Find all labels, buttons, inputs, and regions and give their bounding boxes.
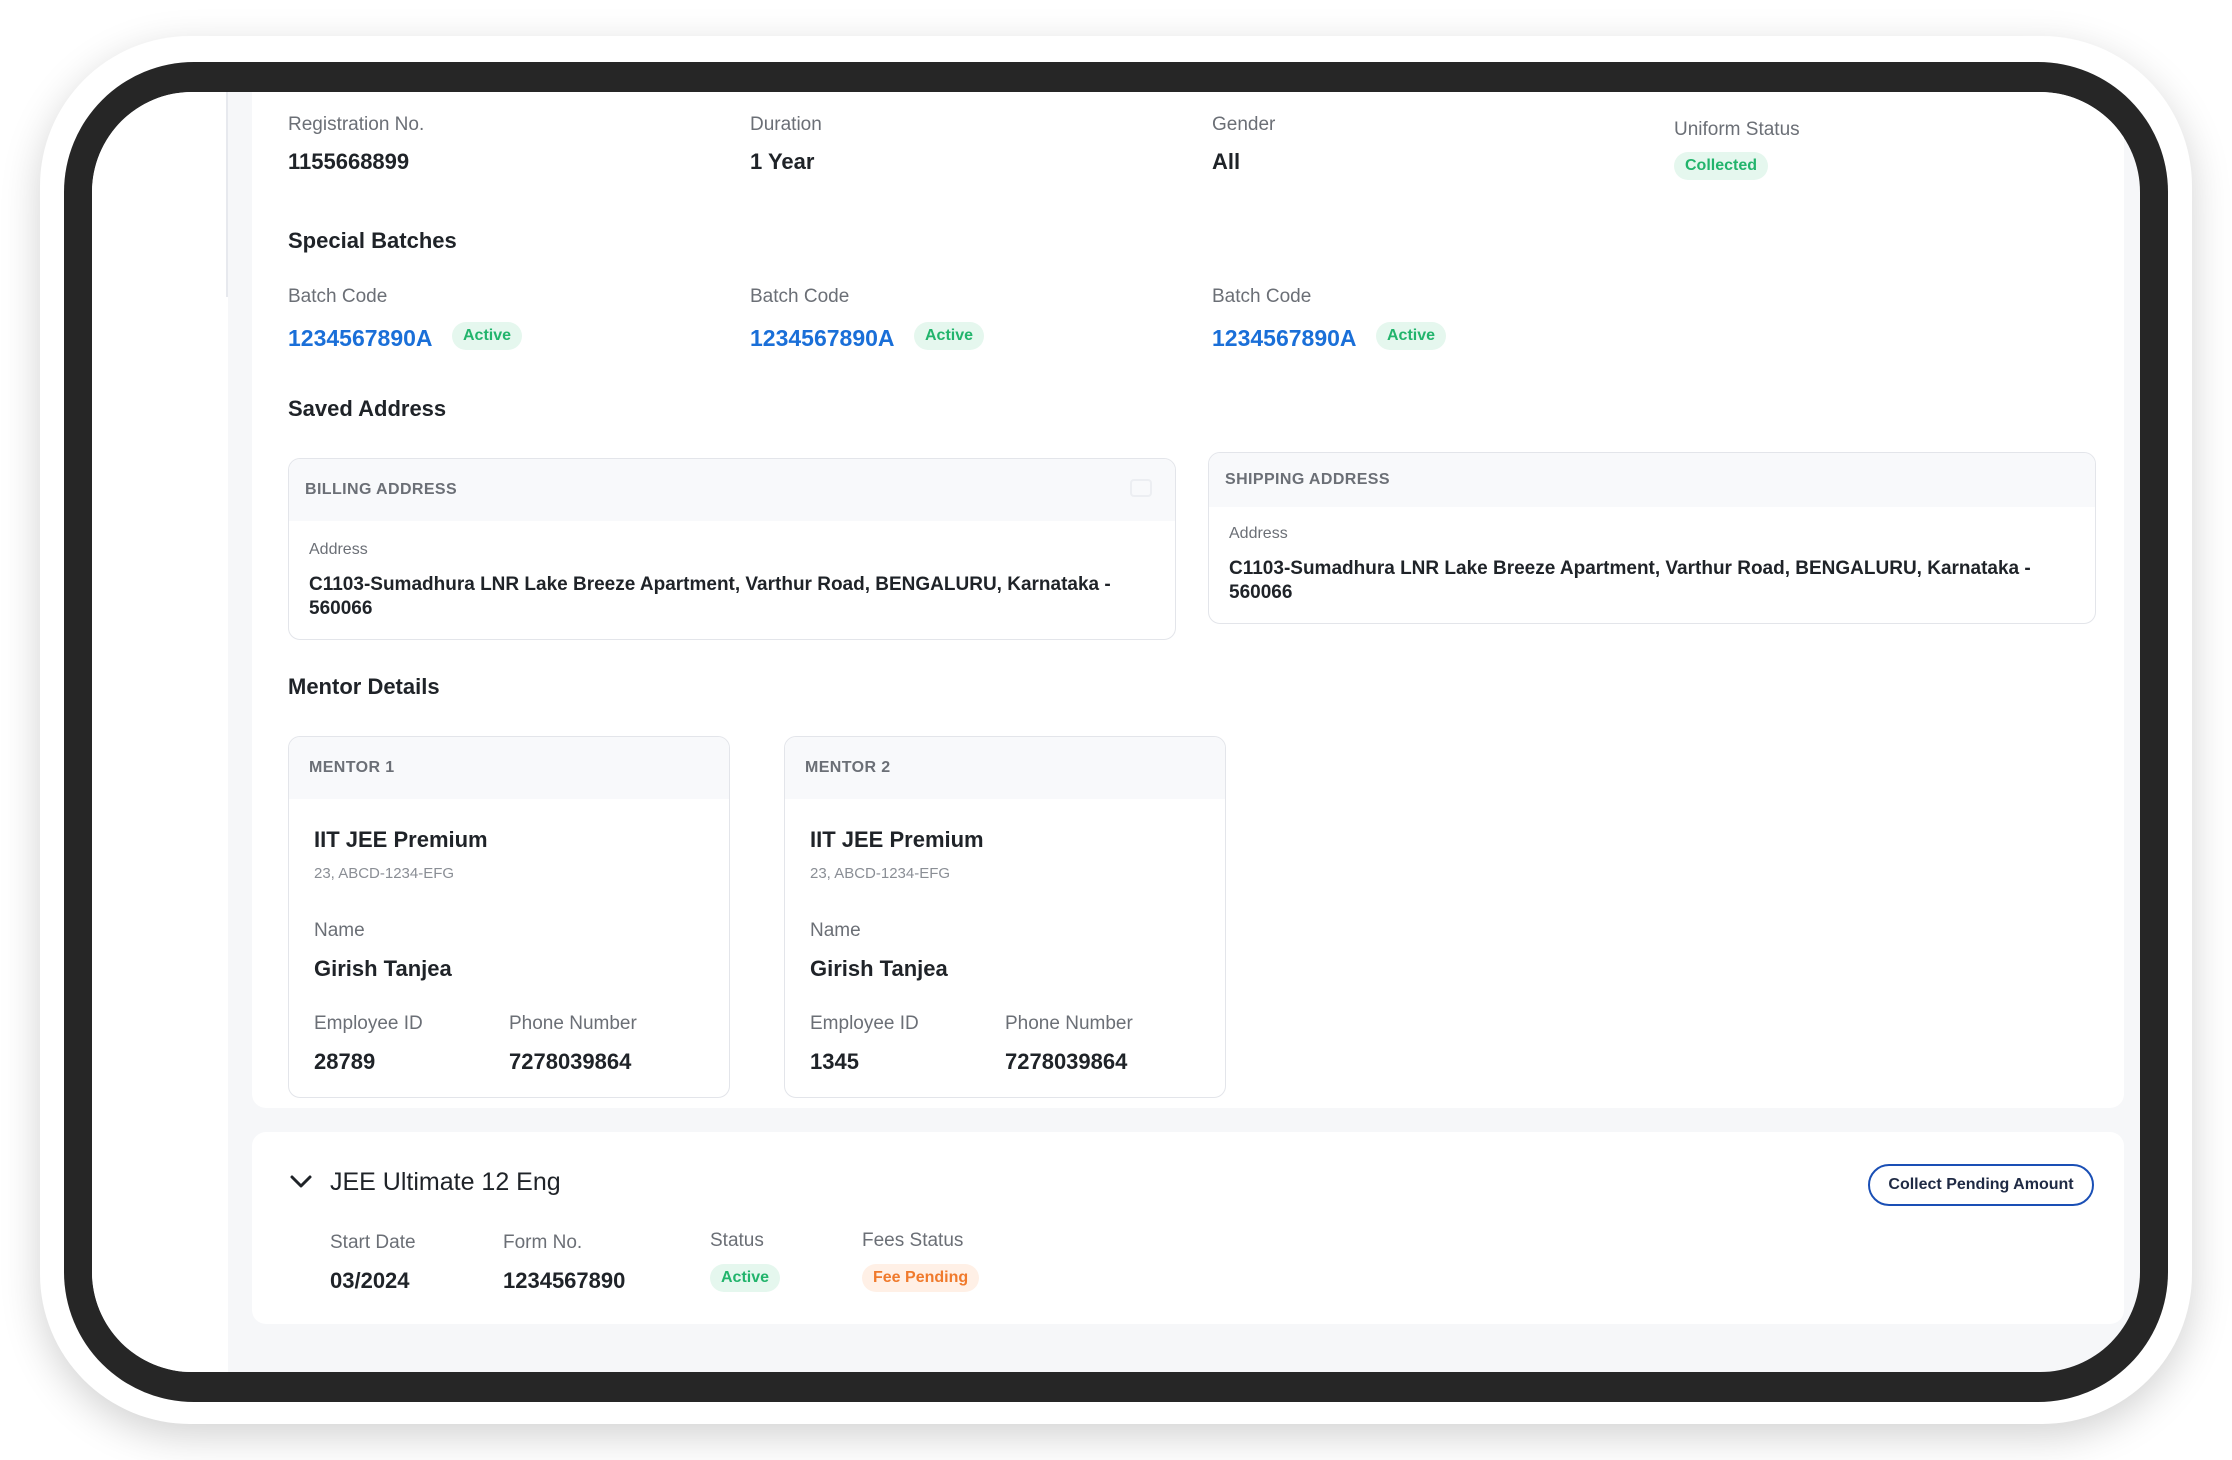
form-no-label: Form No. bbox=[503, 1232, 583, 1253]
mentor-card: MENTOR 1 IIT JEE Premium 23, ABCD-1234-E… bbox=[288, 736, 730, 1098]
chevron-down-icon[interactable] bbox=[288, 1172, 314, 1192]
batch-code-label: Batch Code bbox=[750, 286, 850, 307]
collect-pending-amount-button[interactable]: Collect Pending Amount bbox=[1868, 1164, 2094, 1206]
batch-status-badge: Active bbox=[914, 322, 985, 350]
fees-status-badge: Fee Pending bbox=[862, 1264, 980, 1292]
shipping-address-box: SHIPPING ADDRESS Address C1103-Sumadhura… bbox=[1208, 452, 2096, 624]
mentor-name: Girish Tanjea bbox=[810, 956, 948, 981]
special-batches-title: Special Batches bbox=[288, 228, 457, 253]
batch-code-link[interactable]: 1234567890A bbox=[750, 325, 895, 352]
mentor-name-label: Name bbox=[314, 920, 365, 941]
mentor-phone: 7278039864 bbox=[509, 1049, 632, 1074]
sidebar bbox=[92, 92, 228, 1372]
billing-address-label: Address bbox=[309, 541, 368, 558]
shipping-address-label: Address bbox=[1229, 525, 1288, 542]
status-label: Status bbox=[710, 1230, 764, 1251]
edit-icon[interactable] bbox=[1129, 477, 1155, 501]
course-card: JEE Ultimate 12 Eng Collect Pending Amou… bbox=[252, 1132, 2124, 1324]
shipping-address-text: C1103-Sumadhura LNR Lake Breeze Apartmen… bbox=[1229, 558, 2031, 603]
mentor-course-code: 23, ABCD-1234-EFG bbox=[810, 865, 951, 882]
student-details-card: Registration No. 1155668899 Duration 1 Y… bbox=[252, 92, 2124, 1108]
gender-value: All bbox=[1212, 149, 1241, 174]
start-date-value: 03/2024 bbox=[330, 1268, 410, 1293]
registration-label: Registration No. bbox=[288, 114, 425, 135]
batch-code-label: Batch Code bbox=[288, 286, 388, 307]
shipping-address-heading: SHIPPING ADDRESS bbox=[1209, 453, 2095, 507]
gender-label: Gender bbox=[1212, 114, 1276, 135]
mentor-course: IIT JEE Premium bbox=[314, 827, 488, 852]
form-no-value: 1234567890 bbox=[503, 1268, 626, 1293]
mentor-employee-id: 1345 bbox=[810, 1049, 859, 1074]
mentor-course: IIT JEE Premium bbox=[810, 827, 984, 852]
mentor-name-label: Name bbox=[810, 920, 861, 941]
mentor-employee-id-label: Employee ID bbox=[314, 1013, 423, 1034]
uniform-status-label: Uniform Status bbox=[1674, 119, 1800, 140]
mentor-phone-label: Phone Number bbox=[509, 1013, 637, 1034]
start-date-label: Start Date bbox=[330, 1232, 416, 1253]
duration-label: Duration bbox=[750, 114, 822, 135]
billing-address-box: BILLING ADDRESS Address C1103-Sumadhura … bbox=[288, 458, 1176, 640]
mentor-employee-id: 28789 bbox=[314, 1049, 376, 1074]
screen: Registration No. 1155668899 Duration 1 Y… bbox=[92, 92, 2140, 1372]
batch-code-link[interactable]: 1234567890A bbox=[1212, 325, 1357, 352]
batch-code-label: Batch Code bbox=[1212, 286, 1312, 307]
duration-value: 1 Year bbox=[750, 149, 815, 174]
mentor-employee-id-label: Employee ID bbox=[810, 1013, 919, 1034]
device-frame: Registration No. 1155668899 Duration 1 Y… bbox=[64, 62, 2168, 1402]
billing-address-heading: BILLING ADDRESS bbox=[289, 459, 1175, 521]
registration-value: 1155668899 bbox=[288, 149, 410, 174]
batch-status-badge: Active bbox=[1376, 322, 1447, 350]
batch-code-link[interactable]: 1234567890A bbox=[288, 325, 433, 352]
batch-status-badge: Active bbox=[452, 322, 523, 350]
course-title: JEE Ultimate 12 Eng bbox=[330, 1168, 561, 1196]
mentor-name: Girish Tanjea bbox=[314, 956, 452, 981]
mentor-card: MENTOR 2 IIT JEE Premium 23, ABCD-1234-E… bbox=[784, 736, 1226, 1098]
course-status-badge: Active bbox=[710, 1264, 781, 1292]
mentor-phone-label: Phone Number bbox=[1005, 1013, 1133, 1034]
mentor-heading: MENTOR 1 bbox=[289, 737, 729, 799]
fees-status-label: Fees Status bbox=[862, 1230, 964, 1251]
uniform-status-badge: Collected bbox=[1674, 152, 1769, 180]
mentor-course-code: 23, ABCD-1234-EFG bbox=[314, 865, 455, 882]
mentor-phone: 7278039864 bbox=[1005, 1049, 1128, 1074]
mentor-heading: MENTOR 2 bbox=[785, 737, 1225, 799]
billing-address-text: C1103-Sumadhura LNR Lake Breeze Apartmen… bbox=[309, 574, 1111, 619]
saved-address-title: Saved Address bbox=[288, 396, 447, 421]
mentor-details-title: Mentor Details bbox=[288, 674, 440, 699]
